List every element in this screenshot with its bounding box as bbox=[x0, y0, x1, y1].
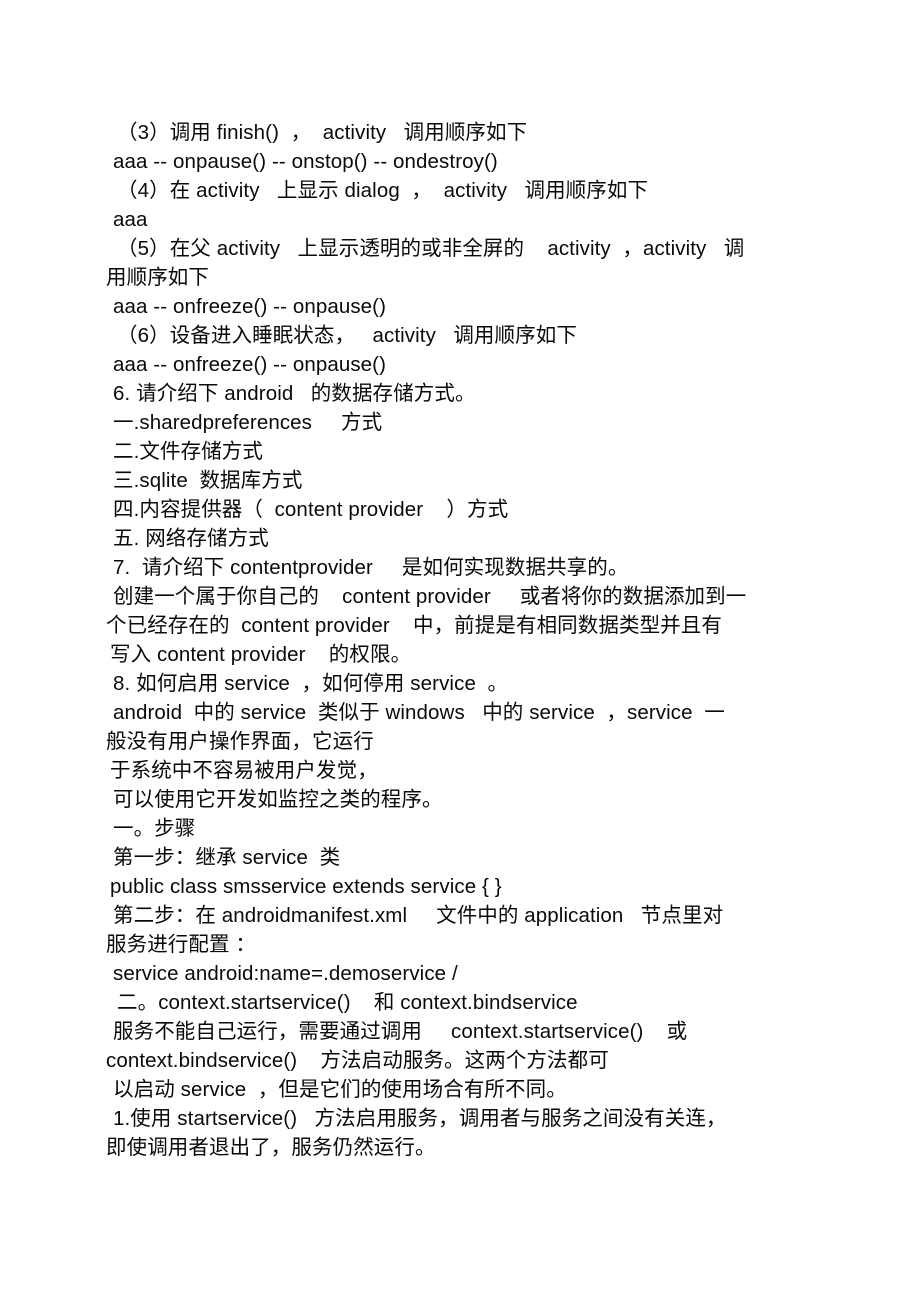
text-line: service android:name=.demoservice / bbox=[113, 962, 458, 985]
text-line: 可以使用它开发如监控之类的程序。 bbox=[113, 788, 443, 811]
text-line: aaa bbox=[113, 208, 148, 231]
text-line: 于系统中不容易被用户发觉， bbox=[110, 759, 378, 782]
text-line: 一.sharedpreferences 方式 bbox=[113, 411, 383, 434]
text-line: 用顺序如下 bbox=[106, 266, 209, 289]
text-line: 以启动 service ，但是它们的使用场合有所不同。 bbox=[113, 1078, 567, 1101]
text-line: 创建一个属于你自己的 content provider 或者将你的数据添加到一 bbox=[113, 585, 747, 608]
text-line: （3）调用 finish() ， activity 调用顺序如下 bbox=[117, 121, 528, 144]
text-line: 7. 请介绍下 contentprovider 是如何实现数据共享的。 bbox=[113, 556, 629, 579]
text-line: （5）在父 activity 上显示透明的或非全屏的 activity ，act… bbox=[117, 237, 745, 260]
text-line: 6. 请介绍下 android 的数据存储方式。 bbox=[113, 382, 476, 405]
text-line: 般没有用户操作界面，它运行 bbox=[106, 730, 374, 753]
text-line: aaa -- onfreeze() -- onpause() bbox=[113, 295, 387, 318]
document-text-body: （3）调用 finish() ， activity 调用顺序如下 aaa -- … bbox=[0, 118, 920, 1162]
text-line: 1.使用 startservice() 方法启用服务，调用者与服务之间没有关连， bbox=[113, 1107, 727, 1130]
text-line: 即使调用者退出了，服务仍然运行。 bbox=[106, 1136, 436, 1159]
text-line: 二。context.startservice() 和 context.binds… bbox=[117, 991, 578, 1014]
text-line: 服务不能自己运行，需要通过调用 context.startservice() 或 bbox=[113, 1020, 688, 1043]
text-line: public class smsservice extends service … bbox=[110, 875, 502, 898]
text-line: 四.内容提供器（ content provider ）方式 bbox=[113, 498, 509, 521]
text-line: context.bindservice() 方法启动服务。这两个方法都可 bbox=[106, 1049, 609, 1072]
text-line: 写入 content provider 的权限。 bbox=[110, 643, 412, 666]
text-line: 个已经存在的 content provider 中，前提是有相同数据类型并且有 bbox=[106, 614, 722, 637]
text-line: 五. 网络存储方式 bbox=[113, 527, 269, 550]
text-line: 第一步：继承 service 类 bbox=[113, 846, 341, 869]
text-line: （4）在 activity 上显示 dialog ， activity 调用顺序… bbox=[117, 179, 649, 202]
text-line: aaa -- onpause() -- onstop() -- ondestro… bbox=[113, 150, 498, 173]
text-line: 三.sqlite 数据库方式 bbox=[113, 469, 303, 492]
text-line: android 中的 service 类似于 windows 中的 servic… bbox=[113, 701, 725, 724]
text-line: 二.文件存储方式 bbox=[113, 440, 263, 463]
text-line: （6）设备进入睡眠状态， activity 调用顺序如下 bbox=[117, 324, 577, 347]
text-line: aaa -- onfreeze() -- onpause() bbox=[113, 353, 387, 376]
text-line: 8. 如何启用 service ，如何停用 service 。 bbox=[113, 672, 509, 695]
text-line: 服务进行配置 ： bbox=[106, 933, 256, 956]
document-page: （3）调用 finish() ， activity 调用顺序如下 aaa -- … bbox=[0, 0, 920, 1303]
text-line: 第二步：在 androidmanifest.xml 文件中的 applicati… bbox=[113, 904, 724, 927]
text-line: 一。步骤 bbox=[113, 817, 196, 840]
